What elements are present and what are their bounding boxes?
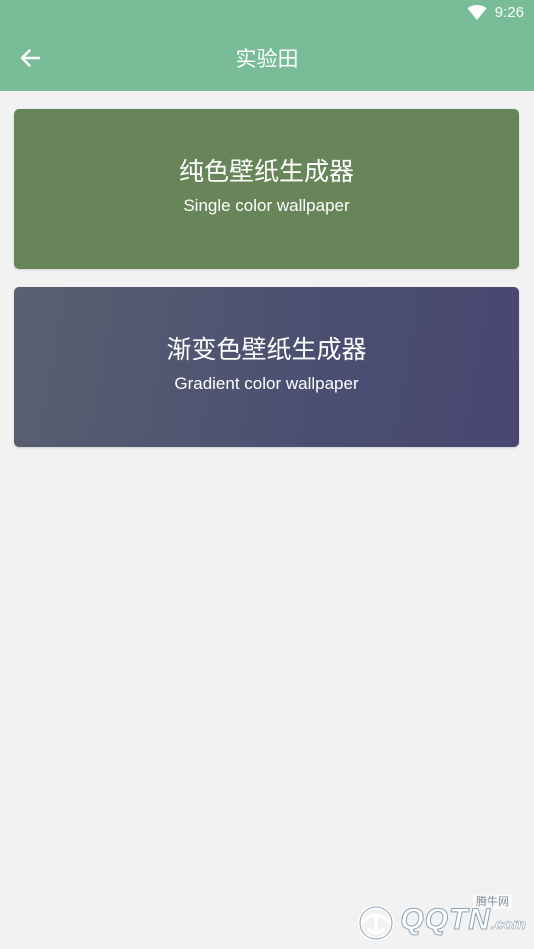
status-bar: 9:26	[0, 0, 534, 30]
card-subtitle: Gradient color wallpaper	[174, 374, 359, 393]
watermark: 腾牛网 QQTN .com	[316, 895, 526, 945]
status-icons: 9:26	[467, 4, 524, 21]
app-bar: 实验田	[0, 30, 534, 91]
status-time: 9:26	[494, 4, 524, 21]
watermark-brand: QQTN	[400, 903, 491, 937]
card-title: 纯色壁纸生成器	[178, 157, 354, 186]
card-subtitle: Single color wallpaper	[183, 196, 350, 215]
watermark-domain: .com	[490, 916, 527, 934]
page-title: 实验田	[235, 47, 299, 71]
gradient-color-wallpaper-card[interactable]: 渐变色壁纸生成器 Gradient color wallpaper	[14, 287, 519, 447]
watermark-logo-text: QQTN .com	[354, 903, 526, 943]
card-title: 渐变色壁纸生成器	[166, 335, 367, 364]
wifi-icon	[467, 4, 487, 21]
watermark-logo-icon	[354, 903, 398, 943]
single-color-wallpaper-card[interactable]: 纯色壁纸生成器 Single color wallpaper	[14, 109, 519, 269]
